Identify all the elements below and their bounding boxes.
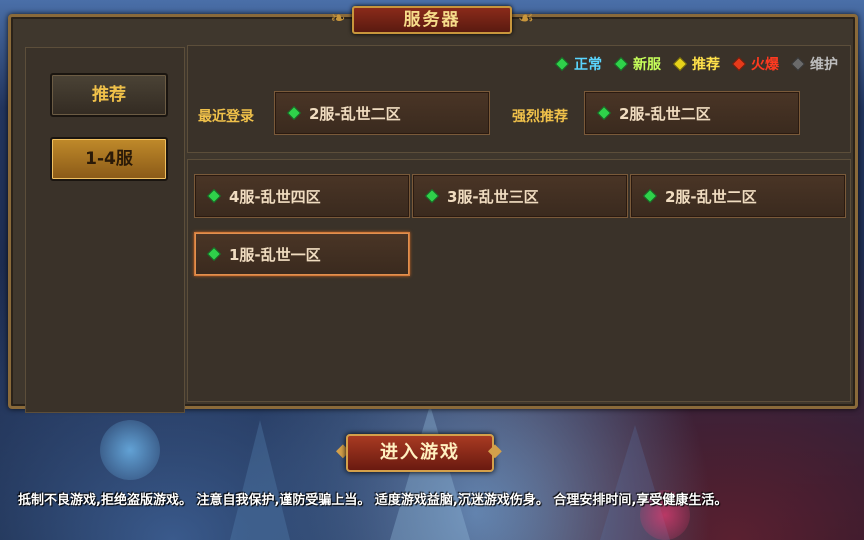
- recent-server-section: 正常 新服 推荐 火爆 维护 最近登录 2服-乱世二区 强烈推荐 2服-乱世二区: [187, 45, 851, 153]
- strong-recommend-label: 强烈推荐: [512, 109, 568, 125]
- green-gem-icon: [286, 105, 302, 121]
- legend-normal: 正常: [554, 54, 602, 74]
- server-name: 2服-乱世二区: [619, 104, 711, 123]
- server-name: 2服-乱世二区: [309, 104, 401, 123]
- green-gem-icon: [554, 56, 570, 72]
- legend-new: 新服: [613, 54, 661, 74]
- server-list: 4服-乱世四区 3服-乱世三区 2服-乱世二区 1服-乱世一区: [187, 159, 851, 402]
- panel-title: 服务器: [352, 6, 512, 34]
- health-notice: 抵制不良游戏,拒绝盗版游戏。 注意自我保护,谨防受骗上当。 适度游戏益脑,沉迷游…: [18, 493, 728, 508]
- legend-maintenance: 维护: [790, 54, 838, 74]
- server-group-sidebar: 推荐 1-4服: [25, 47, 185, 413]
- yellow-gem-icon: [672, 56, 688, 72]
- green-gem-icon: [206, 188, 222, 204]
- green-gem-icon: [424, 188, 440, 204]
- server-name: 2服-乱世二区: [665, 187, 757, 206]
- background-shard: [390, 405, 470, 540]
- green-gem-icon: [642, 188, 658, 204]
- server-button-1[interactable]: 1服-乱世一区: [194, 232, 410, 276]
- legend-label: 推荐: [692, 57, 720, 73]
- server-name: 1服-乱世一区: [229, 245, 321, 264]
- gray-gem-icon: [790, 56, 806, 72]
- green-gem-icon: [613, 56, 629, 72]
- server-button-3[interactable]: 3服-乱世三区: [412, 174, 628, 218]
- recent-server-button[interactable]: 2服-乱世二区: [274, 91, 490, 135]
- server-name: 4服-乱世四区: [229, 187, 321, 206]
- legend-label: 火爆: [751, 57, 779, 73]
- sidebar-item-recommended[interactable]: 推荐: [50, 73, 168, 117]
- background-shard: [230, 420, 290, 540]
- status-legend: 正常 新服 推荐 火爆 维护: [554, 54, 838, 74]
- legend-hot: 火爆: [731, 54, 779, 74]
- green-gem-icon: [596, 105, 612, 121]
- enter-game-button[interactable]: 进入游戏: [346, 434, 494, 472]
- legend-recommended: 推荐: [672, 54, 720, 74]
- server-button-2[interactable]: 2服-乱世二区: [630, 174, 846, 218]
- legend-label: 维护: [810, 57, 838, 73]
- ornament-icon: ☙: [517, 8, 535, 29]
- red-gem-icon: [731, 56, 747, 72]
- background-glow: [100, 420, 160, 480]
- server-select-panel: 推荐 1-4服 正常 新服 推荐 火爆 维护 最近登录 2服-乱世二区 强烈推荐…: [8, 14, 858, 413]
- legend-label: 正常: [574, 57, 602, 73]
- server-button-4[interactable]: 4服-乱世四区: [194, 174, 410, 218]
- ornament-icon: ◆: [488, 440, 502, 461]
- server-name: 3服-乱世三区: [447, 187, 539, 206]
- recent-login-label: 最近登录: [198, 109, 254, 125]
- recommended-server-button[interactable]: 2服-乱世二区: [584, 91, 800, 135]
- sidebar-item-1-4[interactable]: 1-4服: [50, 137, 168, 181]
- legend-label: 新服: [633, 57, 661, 73]
- green-gem-icon: [206, 246, 222, 262]
